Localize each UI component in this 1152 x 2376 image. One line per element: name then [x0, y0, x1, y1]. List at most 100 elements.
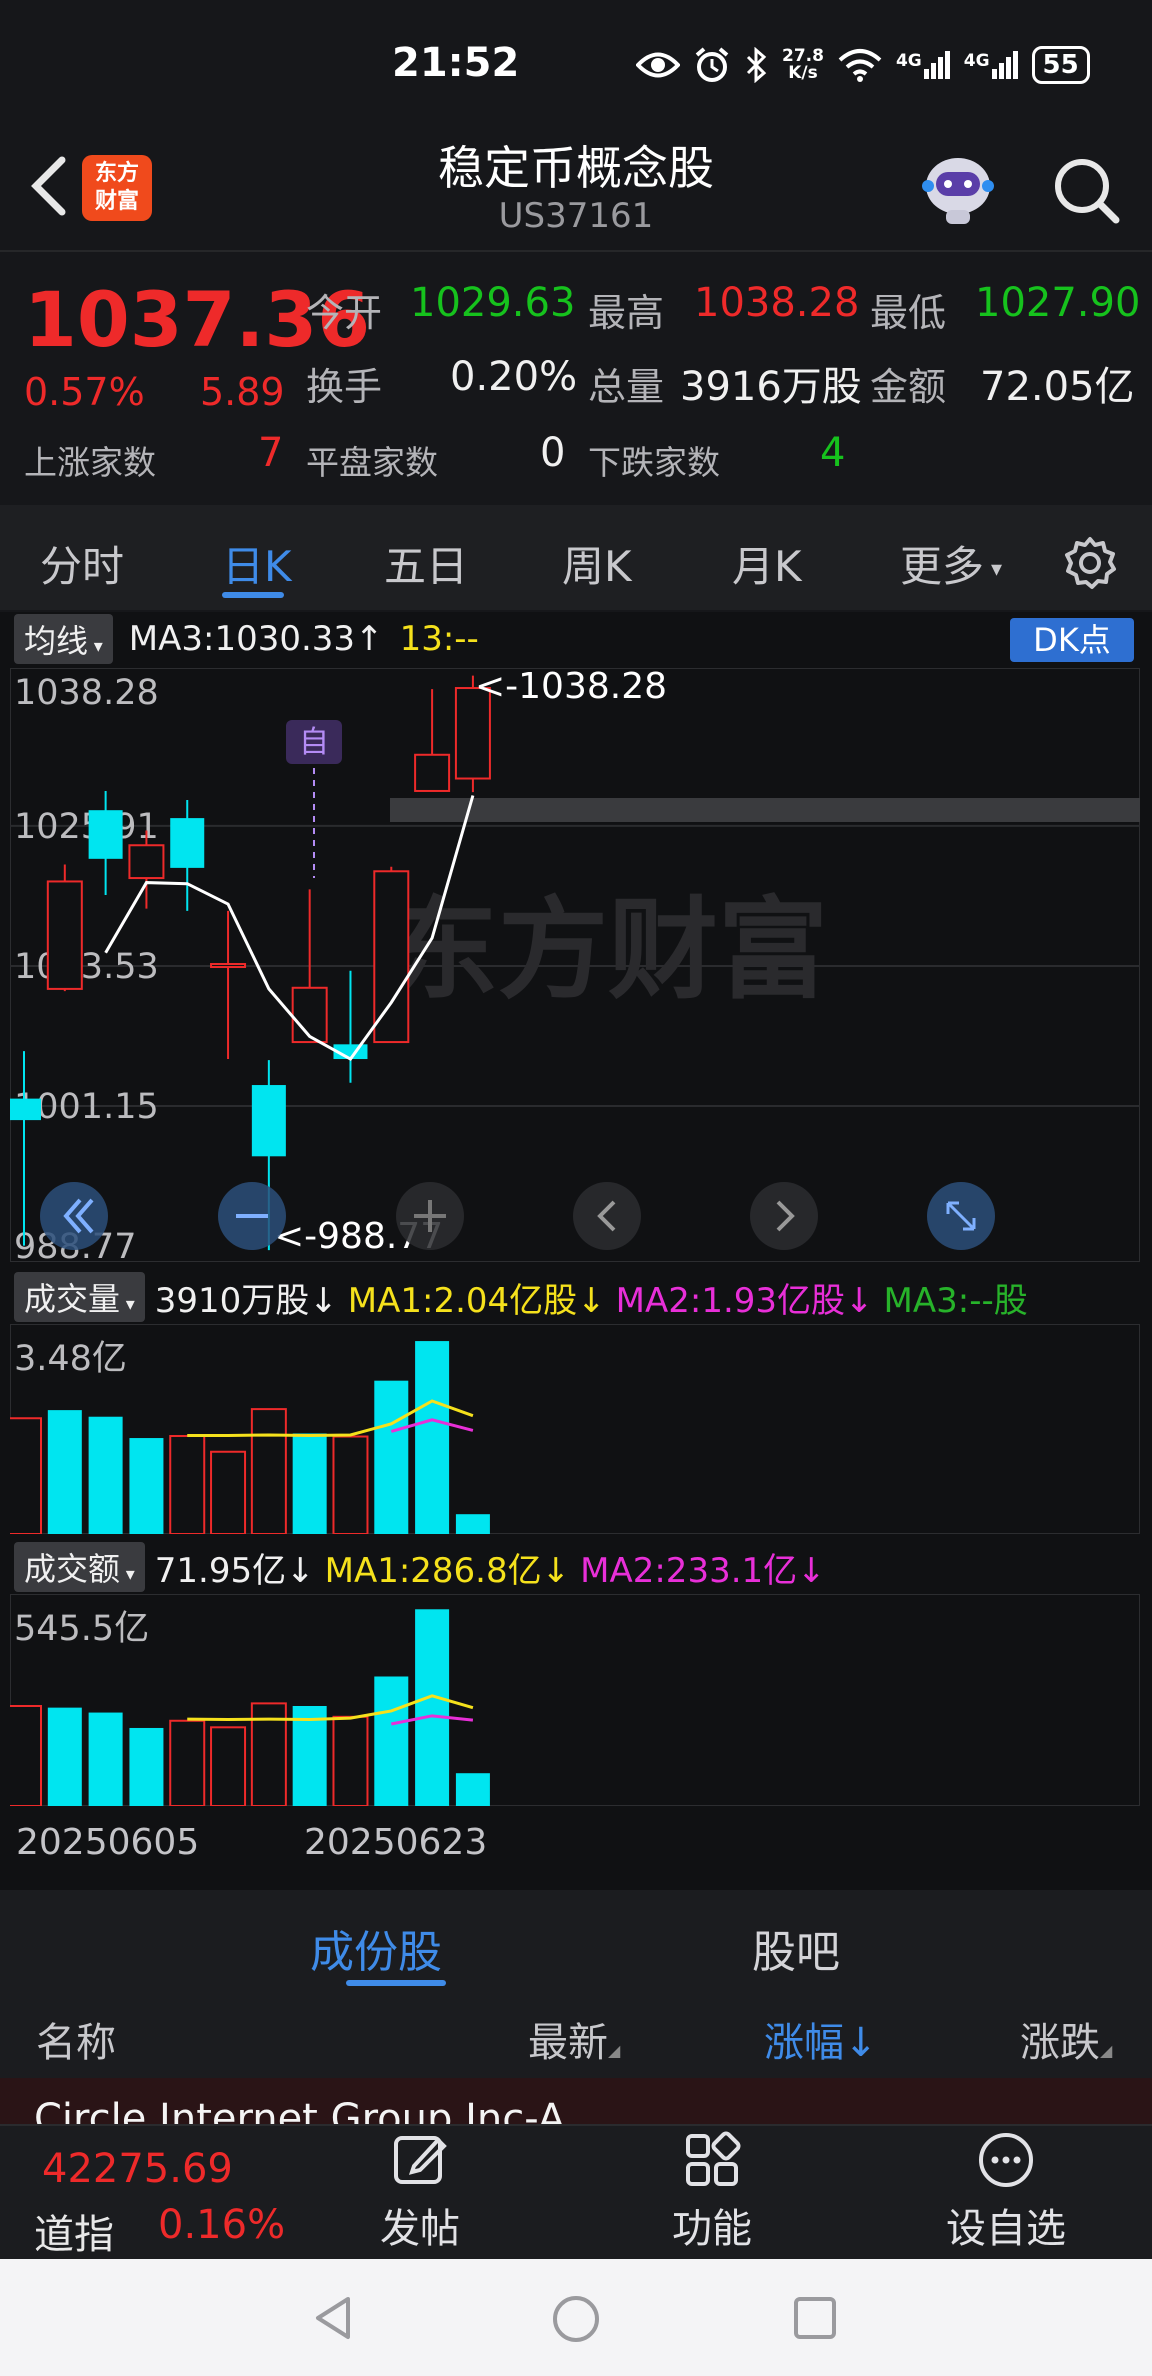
fullscreen-button[interactable] — [927, 1182, 995, 1250]
low-label: 最低 — [870, 291, 947, 335]
ma-indicator-selector[interactable]: 均线 ▾ — [14, 614, 113, 664]
candle — [46, 864, 83, 992]
amount-value: 72.05亿 — [980, 364, 1135, 410]
settings-gear-icon[interactable] — [1062, 535, 1118, 591]
max-price-marker: <-1038.28 — [475, 668, 667, 707]
signal-1-icon: 4G — [896, 51, 950, 79]
robot-assistant-icon[interactable] — [916, 150, 1000, 226]
volume-bar — [88, 1416, 123, 1534]
volume-bar — [332, 1715, 369, 1806]
candle-body — [291, 986, 328, 1044]
index-value[interactable]: 42275.69 — [42, 2146, 233, 2192]
scroll-left-button[interactable] — [573, 1182, 641, 1250]
up-count-value: 7 — [258, 430, 284, 476]
scroll-right-button[interactable] — [750, 1182, 818, 1250]
add-watchlist-button[interactable]: 设自选 — [926, 2130, 1086, 2254]
volume-value: 3916万股 — [680, 364, 862, 410]
volume-bar — [129, 1438, 164, 1534]
candle-body — [210, 963, 247, 969]
tab-weekly-k[interactable]: 周K — [562, 533, 632, 594]
volume-bar — [250, 1408, 287, 1534]
volume-chart[interactable]: 3.48亿 — [10, 1324, 1140, 1534]
kline-y-tick: 1025.91 — [14, 807, 159, 847]
nav-recents-icon[interactable] — [792, 2295, 838, 2341]
scroll-left-fast-button[interactable] — [40, 1182, 108, 1250]
low-value: 1027.90 — [975, 280, 1141, 326]
amount-ma1: MA1:286.8亿↓ — [324, 1550, 571, 1591]
tab-five-day[interactable]: 五日 — [384, 533, 468, 594]
tab-constituents[interactable]: 成份股 — [310, 1916, 442, 1980]
stock-code: US37161 — [498, 196, 654, 236]
kline-chart[interactable]: 东方财富 1038.281025.911013.531001.15988.77 … — [10, 668, 1140, 1262]
tab-daily-k[interactable]: 日K — [222, 533, 292, 594]
function-button[interactable]: 功能 — [632, 2130, 792, 2254]
volume-value: 3910万股↓ — [154, 1280, 338, 1321]
volume-bar — [292, 1706, 327, 1806]
high-label: 最高 — [588, 291, 665, 335]
grid-icon — [686, 2131, 741, 2186]
column-change[interactable]: 涨跌◢ — [1020, 2010, 1112, 2068]
volume-bar — [374, 1676, 409, 1806]
candle — [333, 970, 368, 1083]
candle — [414, 689, 451, 792]
amount-legend-row: 成交额 ▾ 71.95亿↓ MA1:286.8亿↓ MA2:233.1亿↓ — [14, 1542, 826, 1592]
candle-body — [88, 810, 123, 859]
amount-label: 金额 — [870, 365, 947, 409]
candle — [170, 800, 205, 911]
status-time: 21:52 — [392, 40, 520, 86]
status-icons: 27.8 K/s 4G 4G 55 — [636, 40, 1090, 90]
nav-home-icon[interactable] — [550, 2293, 602, 2345]
candle-body — [10, 1098, 41, 1121]
change-percent: 0.57% — [24, 370, 145, 414]
amount-chart[interactable]: 545.5亿 — [10, 1594, 1140, 1806]
post-button[interactable]: 发帖 — [340, 2130, 500, 2254]
date-mid: 20250623 — [304, 1822, 488, 1863]
index-change-pct[interactable]: 0.16% — [158, 2202, 285, 2248]
flat-count-value: 0 — [540, 430, 566, 476]
eastmoney-logo: 东方 财富 — [82, 155, 152, 221]
tab-more[interactable]: 更多 ▾ — [900, 533, 1002, 594]
volume-bar — [292, 1433, 327, 1534]
volume-indicator-selector[interactable]: 成交量 ▾ — [14, 1272, 145, 1322]
volume-legend-row: 成交量 ▾ 3910万股↓ MA1:2.04亿股↓ MA2:1.93亿股↓ MA… — [14, 1272, 1028, 1322]
period-tabs: 分时 日K 五日 周K 月K 更多 ▾ — [0, 505, 1152, 610]
battery-indicator: 55 — [1031, 46, 1090, 84]
self-marker: 自 — [286, 720, 342, 878]
system-nav-bar — [0, 2259, 1152, 2376]
volume-bar — [455, 1773, 490, 1806]
watermark: 东方财富 — [388, 886, 828, 1014]
index-name[interactable]: 道指 — [34, 2202, 114, 2260]
page-title: 稳定币概念股 — [438, 141, 714, 195]
candle — [10, 1051, 41, 1246]
zoom-in-button[interactable] — [396, 1182, 464, 1250]
back-arrow-icon[interactable] — [20, 150, 80, 220]
candle — [373, 866, 410, 1044]
svg-text:自: 自 — [299, 725, 329, 760]
nav-back-icon[interactable] — [308, 2293, 358, 2343]
flat-count-label: 平盘家数 — [306, 443, 438, 482]
tab-forum[interactable]: 股吧 — [752, 1916, 840, 1980]
wifi-icon — [838, 49, 882, 82]
ma13-value: 13:-- — [399, 619, 479, 659]
volume-bar — [455, 1514, 490, 1534]
price-band-highlight — [390, 798, 1140, 822]
high-value: 1038.28 — [694, 280, 860, 326]
dk-point-button[interactable]: DK点 — [1010, 618, 1134, 662]
column-latest[interactable]: 最新◢ — [528, 2010, 620, 2068]
signal-2-icon: 4G — [964, 51, 1018, 79]
tab-monthly-k[interactable]: 月K — [732, 533, 802, 594]
volume-bar — [210, 1726, 247, 1806]
tab-intraday[interactable]: 分时 — [40, 533, 124, 594]
amount-indicator-selector[interactable]: 成交额 ▾ — [14, 1542, 145, 1592]
ma3-value: MA3:1030.33↑ — [128, 619, 384, 659]
candle-body — [170, 818, 205, 868]
volume-bar — [47, 1707, 82, 1806]
search-icon[interactable] — [1046, 150, 1126, 230]
column-name[interactable]: 名称 — [36, 2010, 116, 2068]
candle — [210, 910, 247, 1060]
zoom-out-button[interactable] — [218, 1182, 286, 1250]
column-change-pct[interactable]: 涨幅↓ — [764, 2010, 878, 2068]
volume-bar — [47, 1410, 82, 1534]
volume-bar — [129, 1727, 164, 1806]
list-item[interactable]: Circle Internet Group Inc-A — [0, 2078, 1152, 2128]
